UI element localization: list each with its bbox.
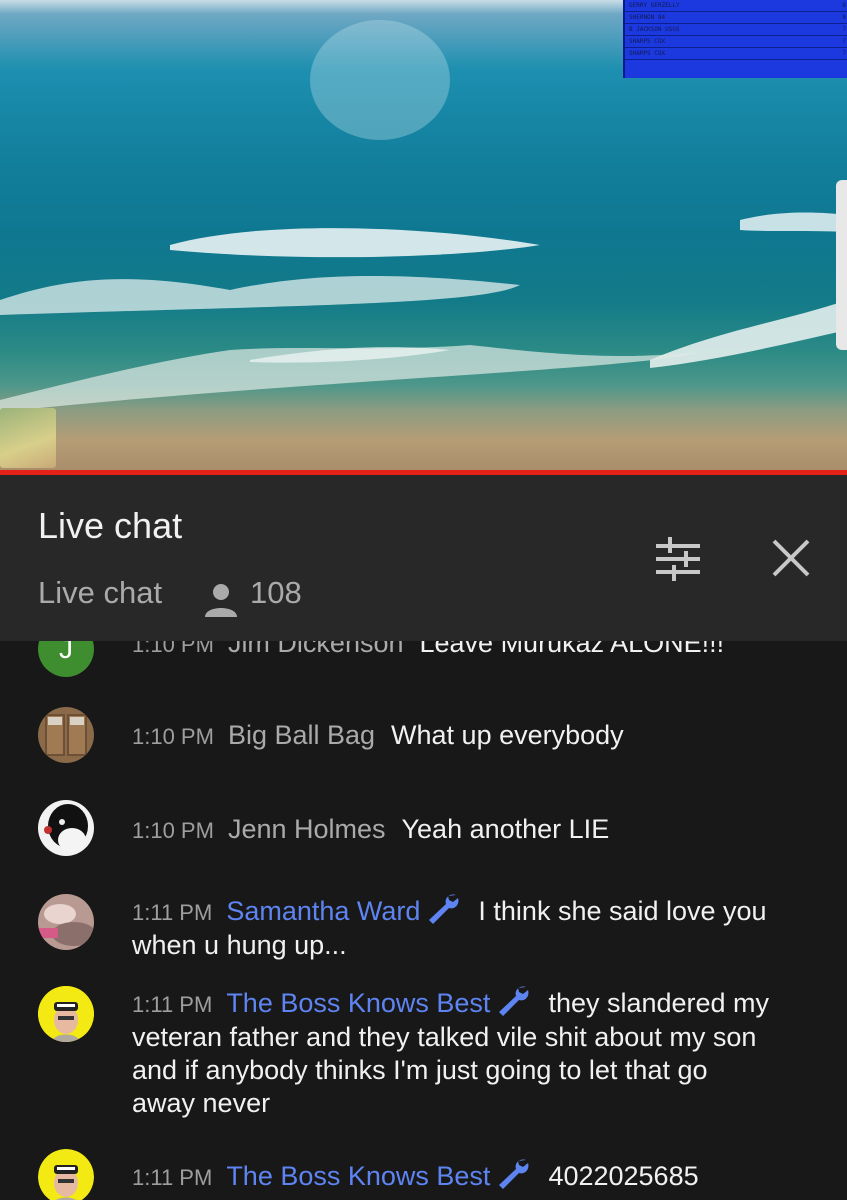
message-time: 1:11 PM [132, 900, 213, 925]
avatar[interactable] [38, 1149, 94, 1200]
overlay-row: GERRY GERZELLY 8 [625, 0, 847, 12]
message-author[interactable]: The Boss Knows Best [226, 988, 490, 1018]
live-chat-header: Live chat Live chat 108 [0, 475, 847, 641]
avatar[interactable] [38, 894, 94, 950]
message-time: 1:11 PM [132, 992, 213, 1017]
person-icon [205, 584, 237, 617]
message-author[interactable]: Jim Dickenson [228, 641, 404, 658]
close-icon [772, 539, 810, 577]
message-time: 1:10 PM [132, 641, 214, 657]
overlay-row: SHERNON 84 8 [625, 12, 847, 24]
avatar[interactable] [38, 986, 94, 1042]
message-text: Yeah another LIE [401, 814, 610, 844]
message-author[interactable]: Jenn Holmes [228, 814, 386, 844]
avatar-image [38, 1149, 94, 1200]
avatar[interactable] [38, 800, 94, 856]
avatar[interactable]: J [38, 641, 94, 677]
chat-mode-label[interactable]: Live chat [38, 575, 162, 611]
message-time: 1:10 PM [132, 724, 214, 749]
chat-message-list[interactable]: J 1:10 PM Jim Dickenson Leave Murukaz ALON… [0, 641, 847, 1200]
avatar-image [38, 707, 94, 763]
message-text: 4022025685 [548, 1161, 699, 1191]
avatar-image [38, 800, 94, 856]
overlay-row: SHARPS COX 7 [625, 48, 847, 60]
overlay-row: SHARPS COX 7 [625, 36, 847, 48]
moderator-wrench-icon [499, 986, 529, 1016]
avatar-image [38, 986, 94, 1042]
close-chat-button[interactable] [768, 535, 814, 581]
stream-overlay-list: GERRY GERZELLY 8 SHERNON 84 8 B JACKSON US… [623, 0, 847, 78]
chat-message: 1:10 PM Jenn Holmes Yeah another LIE [38, 800, 818, 856]
chat-message: 1:11 PM Samantha Ward I think she said lov… [38, 892, 798, 962]
chat-settings-button[interactable] [654, 535, 702, 583]
overlay-row: B JACKSON USGS 7 [625, 24, 847, 36]
viewer-count: 108 [250, 575, 302, 610]
message-author[interactable]: Samantha Ward [226, 896, 420, 926]
tune-sliders-icon [656, 537, 700, 581]
chat-message: J 1:10 PM Jim Dickenson Leave Murukaz ALON… [38, 641, 818, 677]
avatar[interactable] [38, 707, 94, 763]
message-author[interactable]: Big Ball Bag [228, 720, 375, 750]
chat-title: Live chat [38, 505, 183, 546]
video-thumbnail-inset [0, 408, 56, 468]
message-author[interactable]: The Boss Knows Best [226, 1161, 490, 1191]
chat-message: 1:10 PM Big Ball Bag What up everybody [38, 707, 818, 763]
message-time: 1:11 PM [132, 1165, 213, 1190]
chat-message: 1:11 PM The Boss Knows Best 4022025685 [38, 1149, 818, 1200]
message-text: Leave Murukaz ALONE!!! [419, 641, 725, 658]
video-player[interactable]: GERRY GERZELLY 8 SHERNON 84 8 B JACKSON US… [0, 0, 847, 470]
side-panel-handle[interactable] [836, 180, 847, 350]
chat-message: 1:11 PM The Boss Knows Best they slandered… [38, 984, 778, 1120]
message-time: 1:10 PM [132, 818, 214, 843]
message-text: What up everybody [391, 720, 624, 750]
moderator-wrench-icon [499, 1159, 529, 1189]
avatar-image [38, 894, 94, 950]
moderator-wrench-icon [429, 894, 459, 924]
